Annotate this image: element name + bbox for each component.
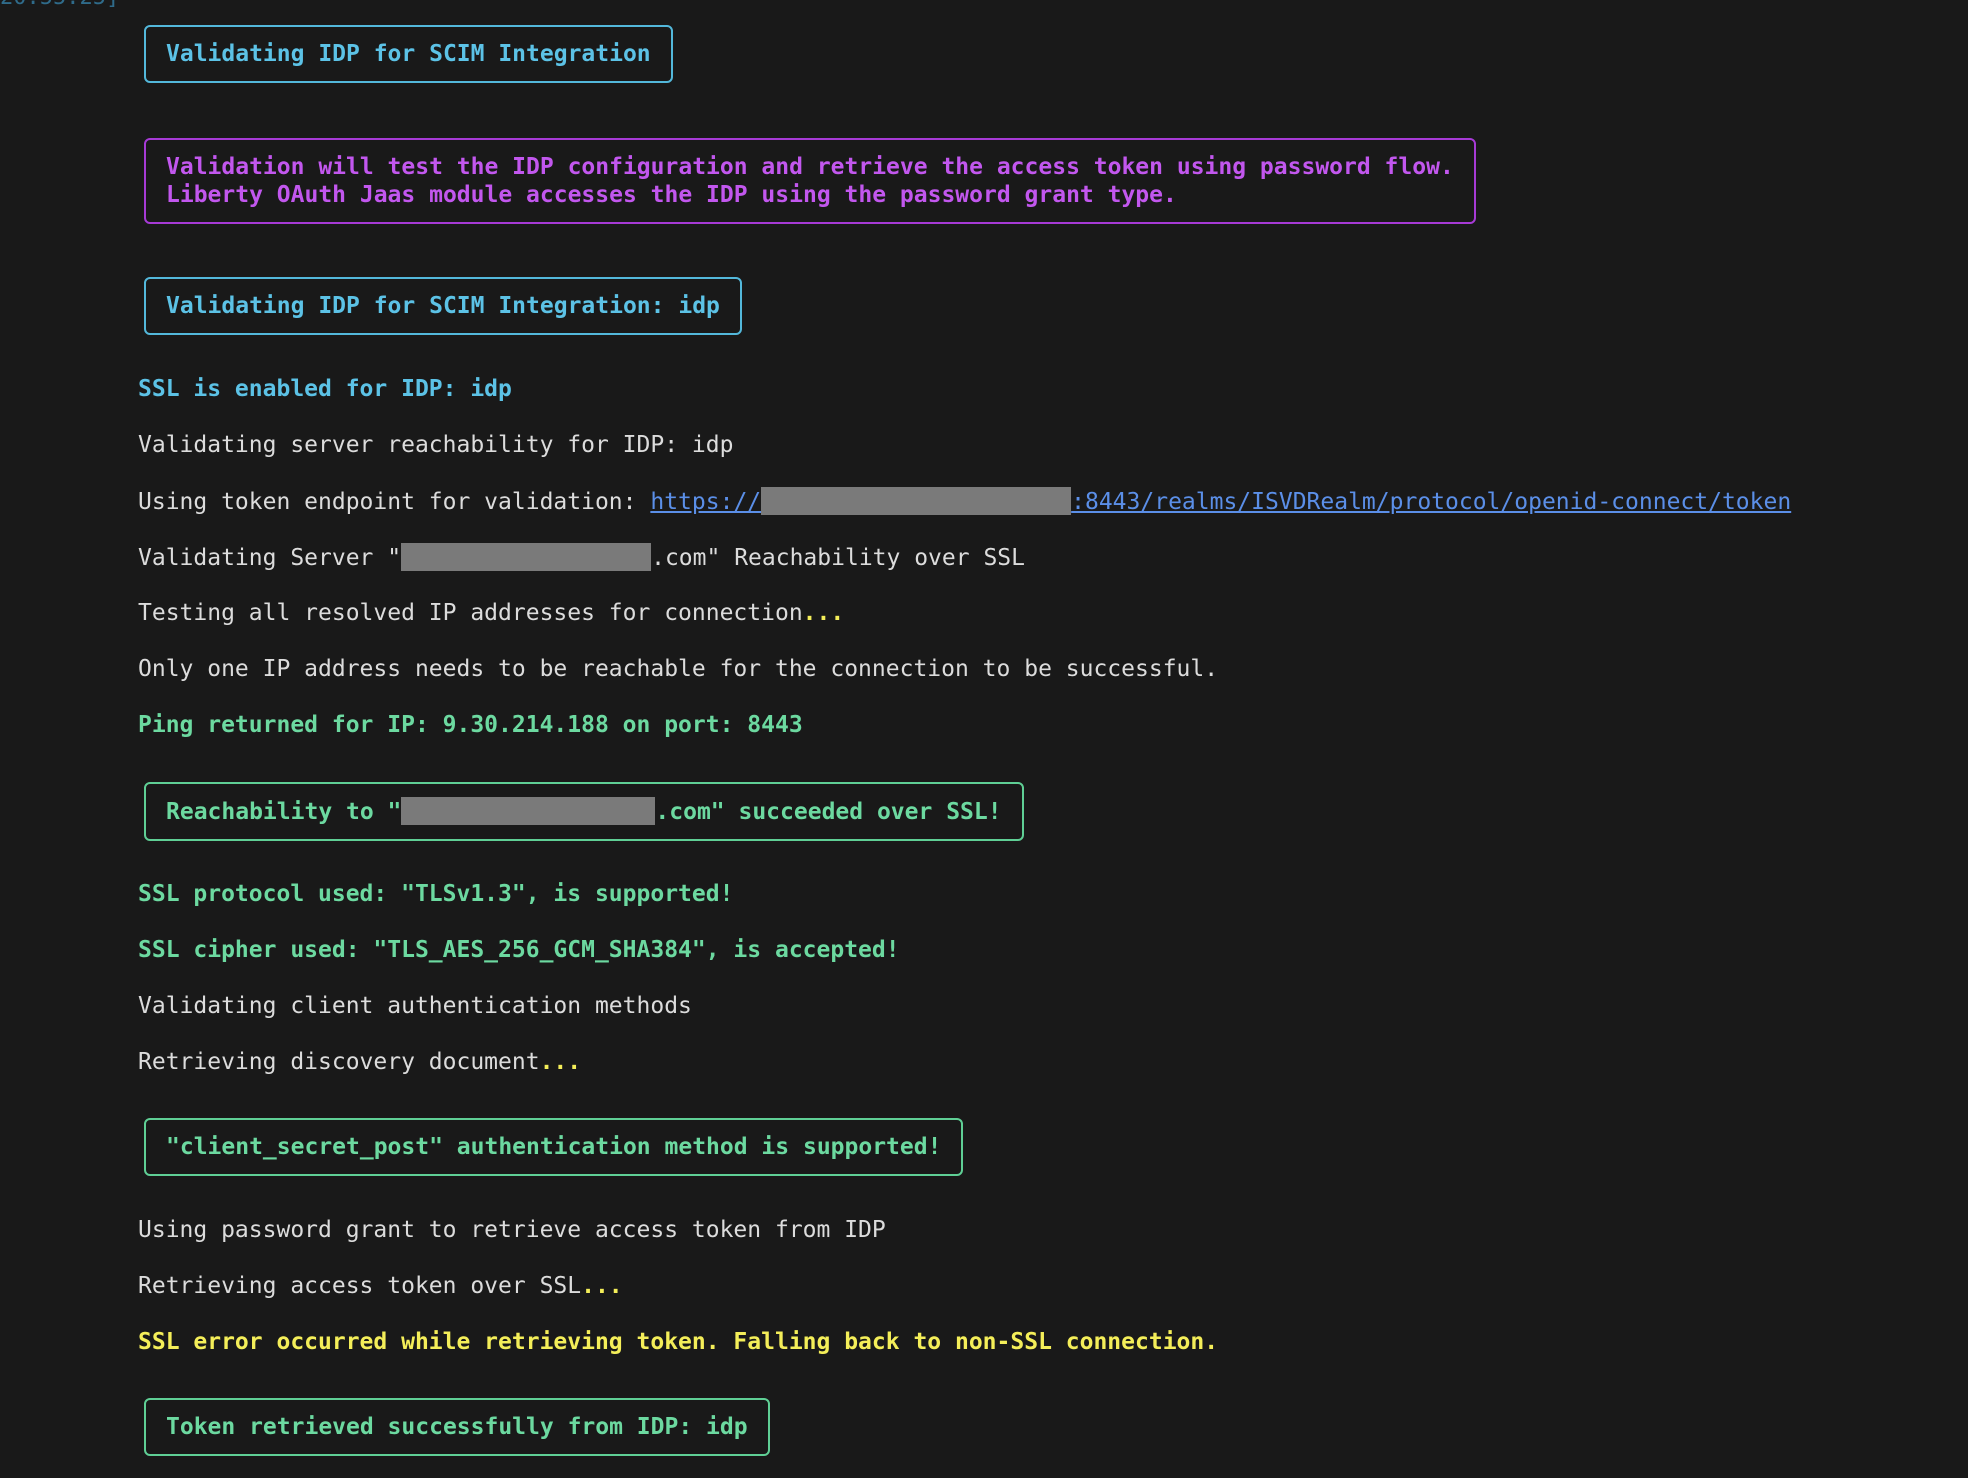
ping-result-line: Ping returned for IP: 9.30.214.188 on po… xyxy=(138,712,803,738)
one-ip-note-line: Only one IP address needs to be reachabl… xyxy=(138,656,1219,682)
token-endpoint-line: Using token endpoint for validation: htt… xyxy=(138,487,1791,516)
token-endpoint-url-end: :8443/realms/ISVDRealm/protocol/openid-c… xyxy=(1071,489,1792,515)
idp-box-text: Validating IDP for SCIM Integration: idp xyxy=(166,293,720,319)
token-success-box: Token retrieved successfully from IDP: i… xyxy=(144,1398,770,1456)
header-box: Validating IDP for SCIM Integration xyxy=(144,25,673,83)
validating-server-suffix: .com" Reachability over SSL xyxy=(651,545,1025,571)
redacted-hostname xyxy=(401,797,656,825)
ssl-cipher-line: SSL cipher used: "TLS_AES_256_GCM_SHA384… xyxy=(138,937,900,963)
ellipsis: ... xyxy=(802,600,845,626)
token-endpoint-link[interactable]: https:// :8443/realms/ISVDRealm/protocol/… xyxy=(650,487,1792,515)
ellipsis: ... xyxy=(581,1273,623,1299)
terminal-window: { "timestamp": "20:55:25]", "header_box"… xyxy=(0,0,1968,1478)
password-grant-line: Using password grant to retrieve access … xyxy=(138,1217,886,1243)
info-box: Validation will test the IDP configurati… xyxy=(144,138,1476,224)
auth-method-text: "client_secret_post" authentication meth… xyxy=(166,1134,942,1160)
reachability-success-box: Reachability to " .com" succeeded over SS… xyxy=(144,782,1024,841)
validating-server-prefix: Validating Server " xyxy=(138,545,402,571)
discovery-text: Retrieving discovery document xyxy=(138,1049,540,1075)
token-endpoint-url-start: https:// xyxy=(650,489,762,515)
reachability-check-line: Validating server reachability for IDP: … xyxy=(138,432,734,458)
ellipsis: ... xyxy=(539,1049,582,1075)
auth-method-box: "client_secret_post" authentication meth… xyxy=(144,1118,964,1176)
client-auth-line: Validating client authentication methods xyxy=(138,993,692,1019)
info-line-1: Validation will test the IDP configurati… xyxy=(166,154,1454,180)
redacted-hostname xyxy=(401,543,652,571)
ssl-error-line: SSL error occurred while retrieving toke… xyxy=(138,1329,1219,1355)
idp-box: Validating IDP for SCIM Integration: idp xyxy=(144,277,742,335)
ssl-protocol-line: SSL protocol used: "TLSv1.3", is support… xyxy=(138,881,734,907)
token-endpoint-prefix: Using token endpoint for validation: xyxy=(138,489,651,515)
validating-server-line: Validating Server " .com" Reachability ov… xyxy=(138,543,1025,572)
header-box-text: Validating IDP for SCIM Integration xyxy=(166,41,651,67)
testing-ips-text: Testing all resolved IP addresses for co… xyxy=(138,600,803,626)
timestamp: 20:55:25] xyxy=(0,0,119,12)
reachability-prefix: Reachability to " xyxy=(166,799,402,825)
retrieving-token-text: Retrieving access token over SSL xyxy=(138,1273,582,1299)
info-line-2: Liberty OAuth Jaas module accesses the I… xyxy=(166,182,1177,208)
ssl-enabled-line: SSL is enabled for IDP: idp xyxy=(138,376,512,402)
retrieving-token-line: Retrieving access token over SSL... xyxy=(138,1272,623,1300)
token-success-text: Token retrieved successfully from IDP: i… xyxy=(166,1414,748,1440)
reachability-suffix: .com" succeeded over SSL! xyxy=(655,799,1002,825)
testing-ips-line: Testing all resolved IP addresses for co… xyxy=(138,599,844,627)
discovery-line: Retrieving discovery document... xyxy=(138,1048,581,1076)
redacted-hostname xyxy=(761,487,1072,515)
